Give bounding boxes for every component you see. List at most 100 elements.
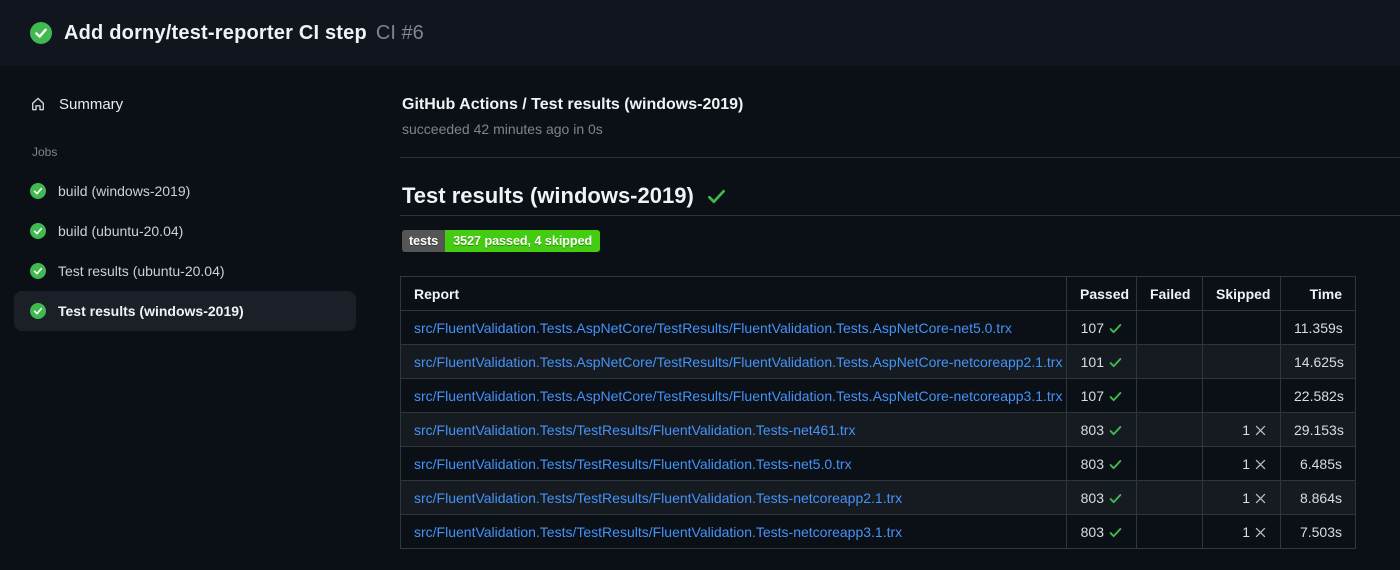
report-link[interactable]: src/FluentValidation.Tests/TestResults/F… [414, 524, 902, 540]
skipped-x-icon [1255, 425, 1266, 436]
cell-time: 7.503s [1280, 514, 1356, 549]
job-item-label: build (ubuntu-20.04) [58, 223, 184, 239]
section-success-check-icon [707, 189, 725, 203]
passed-check-icon [1109, 528, 1122, 538]
check-circle-icon [30, 183, 46, 199]
passed-check-icon [1109, 426, 1122, 436]
table-row: src/FluentValidation.Tests/TestResults/F… [400, 446, 1356, 481]
cell-report: src/FluentValidation.Tests/TestResults/F… [400, 412, 1067, 447]
cell-time: 6.485s [1280, 446, 1356, 481]
sidebar: Summary Jobs build (windows-2019) build (… [0, 66, 400, 570]
cell-report: src/FluentValidation.Tests/TestResults/F… [400, 480, 1067, 515]
table-row: src/FluentValidation.Tests/TestResults/F… [400, 412, 1356, 447]
cell-report: src/FluentValidation.Tests/TestResults/F… [400, 446, 1067, 481]
passed-count: 107 [1080, 319, 1104, 336]
cell-skipped [1202, 378, 1281, 413]
table-row: src/FluentValidation.Tests.AspNetCore/Te… [400, 310, 1356, 345]
cell-skipped [1202, 310, 1281, 345]
cell-skipped: 1 [1202, 480, 1281, 515]
test-results-table: Report Passed Failed Skipped Time src/Fl… [400, 276, 1356, 549]
cell-passed: 803 [1066, 446, 1137, 481]
report-link[interactable]: src/FluentValidation.Tests.AspNetCore/Te… [414, 354, 1062, 370]
cell-failed [1136, 310, 1203, 345]
report-link[interactable]: src/FluentValidation.Tests/TestResults/F… [414, 456, 852, 472]
job-item-label: Test results (ubuntu-20.04) [58, 263, 225, 279]
cell-skipped [1202, 344, 1281, 379]
report-link[interactable]: src/FluentValidation.Tests.AspNetCore/Te… [414, 320, 1012, 336]
skipped-count: 1 [1242, 489, 1250, 506]
cell-report: src/FluentValidation.Tests.AspNetCore/Te… [400, 378, 1067, 413]
table-row: src/FluentValidation.Tests.AspNetCore/Te… [400, 378, 1356, 413]
job-item-label: Test results (windows-2019) [58, 303, 244, 319]
cell-passed: 803 [1066, 514, 1137, 549]
sidebar-job-item-0[interactable]: build (windows-2019) [14, 171, 356, 211]
run-number: CI #6 [375, 21, 424, 44]
skipped-count: 1 [1242, 523, 1250, 540]
sidebar-item-summary[interactable]: Summary [30, 88, 400, 120]
passed-check-icon [1109, 358, 1122, 368]
report-link[interactable]: src/FluentValidation.Tests/TestResults/F… [414, 422, 855, 438]
column-header-passed: Passed [1066, 276, 1137, 311]
tests-badge-value: 3527 passed, 4 skipped [445, 230, 601, 252]
cell-passed: 803 [1066, 480, 1137, 515]
cell-failed [1136, 480, 1203, 515]
cell-passed: 803 [1066, 412, 1137, 447]
cell-time: 11.359s [1280, 310, 1356, 345]
passed-count: 803 [1080, 421, 1104, 438]
table-row: src/FluentValidation.Tests/TestResults/F… [400, 514, 1356, 549]
success-check-circle-icon [30, 22, 52, 44]
cell-passed: 107 [1066, 378, 1137, 413]
cell-report: src/FluentValidation.Tests.AspNetCore/Te… [400, 344, 1067, 379]
section-heading: Test results (windows-2019) [400, 181, 1400, 216]
check-run-page: { "header": { "title": "Add dorny/test-r… [0, 0, 1400, 570]
passed-check-icon [1109, 324, 1122, 334]
cell-failed [1136, 446, 1203, 481]
table-row: src/FluentValidation.Tests/TestResults/F… [400, 480, 1356, 515]
run-title: Add dorny/test-reporter CI step [64, 21, 367, 44]
passed-check-icon [1109, 392, 1122, 402]
check-circle-icon [30, 263, 46, 279]
cell-skipped: 1 [1202, 412, 1281, 447]
cell-passed: 101 [1066, 344, 1137, 379]
skipped-count: 1 [1242, 455, 1250, 472]
sidebar-job-item-3[interactable]: Test results (windows-2019) [14, 291, 356, 331]
check-run-status: succeeded 42 minutes ago in 0s [402, 121, 603, 137]
skipped-x-icon [1255, 493, 1266, 504]
cell-passed: 107 [1066, 310, 1137, 345]
check-circle-icon [30, 303, 46, 319]
column-header-failed: Failed [1136, 276, 1203, 311]
cell-report: src/FluentValidation.Tests.AspNetCore/Te… [400, 310, 1067, 345]
tests-badge-label: tests [402, 230, 446, 252]
jobs-list: build (windows-2019) build (ubuntu-20.04)… [0, 171, 400, 331]
cell-failed [1136, 412, 1203, 447]
cell-time: 22.582s [1280, 378, 1356, 413]
check-run-title: GitHub Actions / Test results (windows-2… [402, 96, 744, 113]
cell-time: 8.864s [1280, 480, 1356, 515]
sidebar-job-item-1[interactable]: build (ubuntu-20.04) [14, 211, 356, 251]
passed-check-icon [1109, 494, 1122, 504]
report-link[interactable]: src/FluentValidation.Tests.AspNetCore/Te… [414, 388, 1062, 404]
passed-count: 101 [1080, 353, 1104, 370]
column-header-skipped: Skipped [1202, 276, 1281, 311]
passed-count: 803 [1080, 489, 1104, 506]
passed-count: 803 [1080, 523, 1104, 540]
passed-count: 803 [1080, 455, 1104, 472]
cell-report: src/FluentValidation.Tests/TestResults/F… [400, 514, 1067, 549]
tests-badge: tests 3527 passed, 4 skipped [402, 230, 601, 252]
cell-skipped: 1 [1202, 514, 1281, 549]
summary-label: Summary [59, 95, 124, 113]
cell-failed [1136, 378, 1203, 413]
cell-failed [1136, 344, 1203, 379]
passed-count: 107 [1080, 387, 1104, 404]
column-header-time: Time [1280, 276, 1356, 311]
passed-check-icon [1109, 460, 1122, 470]
column-header-report: Report [400, 276, 1067, 311]
skipped-count: 1 [1242, 421, 1250, 438]
report-link[interactable]: src/FluentValidation.Tests/TestResults/F… [414, 490, 902, 506]
sidebar-job-item-2[interactable]: Test results (ubuntu-20.04) [14, 251, 356, 291]
section-title: Test results (windows-2019) [402, 183, 694, 208]
cell-time: 14.625s [1280, 344, 1356, 379]
skipped-x-icon [1255, 527, 1266, 538]
home-icon [32, 97, 44, 111]
check-circle-icon [30, 223, 46, 239]
